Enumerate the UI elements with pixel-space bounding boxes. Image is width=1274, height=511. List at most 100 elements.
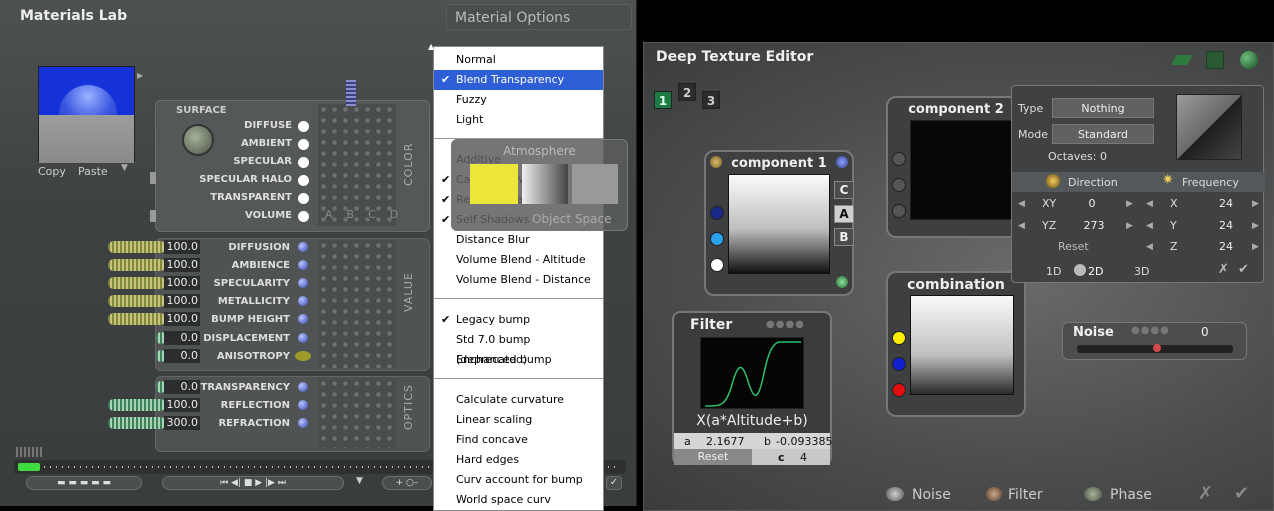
yz-value[interactable]: 273 <box>1082 219 1106 232</box>
x-decrement[interactable]: ◀ <box>1146 199 1153 209</box>
phase-icon[interactable] <box>1084 487 1102 501</box>
component-1-color-dot-1[interactable] <box>710 206 724 220</box>
menu-item[interactable]: Calculate curvature <box>434 390 603 410</box>
menu-item[interactable]: Normal <box>434 50 603 70</box>
menu-item[interactable]: Volume Blend - Distance <box>434 270 603 290</box>
surface-color-dot[interactable] <box>298 211 309 222</box>
menu-item[interactable]: Curv account for bump <box>434 470 603 490</box>
y-increment[interactable]: ▶ <box>1252 221 1259 231</box>
object-space-label[interactable]: Object Space <box>532 212 611 226</box>
layer-a-button[interactable]: A <box>834 205 854 223</box>
atmosphere-gradient-swatch[interactable] <box>522 164 568 204</box>
xy-decrement[interactable]: ◀ <box>1018 199 1025 209</box>
menu-item[interactable]: Fuzzy <box>434 90 603 110</box>
atmosphere-color-swatch[interactable] <box>470 164 518 204</box>
value-grid[interactable] <box>318 240 396 368</box>
phase-button[interactable]: Phase <box>1110 487 1152 503</box>
direction-reset-button[interactable]: Reset <box>1058 240 1089 253</box>
z-value[interactable]: 24 <box>1218 240 1234 253</box>
menu-item[interactable]: Hard edges <box>434 450 603 470</box>
component-1-preview[interactable] <box>728 174 830 274</box>
layer-b-button[interactable]: B <box>834 228 854 246</box>
z-decrement[interactable]: ◀ <box>1146 242 1153 252</box>
filter-c-param[interactable]: c 4 <box>752 449 830 465</box>
optics-row-texture-dot[interactable] <box>298 418 308 428</box>
noise-slider[interactable] <box>1077 344 1233 353</box>
value-row-slider[interactable] <box>108 313 166 325</box>
mode-select[interactable]: Standard <box>1052 124 1154 144</box>
menu-item[interactable]: Find concave <box>434 430 603 450</box>
layer-c-button[interactable]: C <box>834 181 854 199</box>
xy-value[interactable]: 0 <box>1082 197 1102 210</box>
optics-row-slider[interactable] <box>108 417 166 429</box>
dim-1d[interactable]: 1D <box>1046 265 1061 278</box>
ok-check-icon[interactable]: ✔ <box>1234 483 1249 504</box>
filter-button[interactable]: Filter <box>1008 487 1043 503</box>
value-row-texture-dot[interactable] <box>298 260 308 270</box>
value-row-texture-dot[interactable] <box>298 242 308 252</box>
component-1-color-dot-2[interactable] <box>710 232 724 246</box>
transport-dropdown-icon[interactable]: ▼ <box>356 476 363 486</box>
tab-1[interactable]: 1 <box>654 91 672 109</box>
copy-button[interactable]: Copy <box>38 165 66 178</box>
filter-reset-button[interactable]: Reset <box>674 449 752 465</box>
surface-color-dot[interactable] <box>298 193 309 204</box>
optics-grid[interactable] <box>318 378 396 448</box>
paste-dropdown-icon[interactable]: ▼ <box>121 163 128 173</box>
surface-color-dot[interactable] <box>298 139 309 150</box>
y-value[interactable]: 24 <box>1218 219 1234 232</box>
component-1-corner-icon[interactable] <box>710 156 722 168</box>
value-row-slider[interactable] <box>108 259 166 271</box>
y-decrement[interactable]: ◀ <box>1146 221 1153 231</box>
sphere-view-icon[interactable] <box>1240 51 1258 69</box>
value-row-texture-dot[interactable] <box>295 351 311 361</box>
type-select[interactable]: Nothing <box>1052 98 1154 118</box>
menu-item[interactable]: World space curv <box>434 490 603 510</box>
filter-node[interactable]: Filter ●●●● X(a*Altitude+b) a 2.1677 b -… <box>672 311 832 465</box>
surface-color-dot[interactable] <box>298 121 309 132</box>
filter-a-value[interactable]: 2.1677 <box>706 435 745 448</box>
transport-controls[interactable]: ⏮ ◀| ■ ▶ |▶ ⏭ <box>162 476 344 490</box>
filter-curve-preview[interactable] <box>700 337 804 409</box>
yz-increment[interactable]: ▶ <box>1126 221 1133 231</box>
value-row-texture-dot[interactable] <box>298 333 308 343</box>
value-row-slider[interactable] <box>108 277 166 289</box>
combination-node[interactable]: combination <box>886 271 1026 417</box>
x-value[interactable]: 24 <box>1218 197 1234 210</box>
material-options-header[interactable]: Material Options <box>446 4 632 30</box>
filter-icon[interactable] <box>986 487 1002 501</box>
filter-b-value[interactable]: -0.093385 <box>776 435 832 448</box>
props-cancel-icon[interactable]: ✗ <box>1218 262 1229 277</box>
noise-value[interactable]: 0 <box>1201 325 1209 339</box>
surface-color-dot[interactable] <box>298 157 309 168</box>
surface-color-dot[interactable] <box>298 175 309 186</box>
value-row-slider[interactable] <box>108 241 166 253</box>
paste-button[interactable]: Paste <box>78 165 108 178</box>
combination-blue-dot[interactable] <box>892 357 906 371</box>
x-increment[interactable]: ▶ <box>1252 199 1259 209</box>
z-increment[interactable]: ▶ <box>1252 242 1259 252</box>
cancel-x-icon[interactable]: ✗ <box>1198 483 1213 504</box>
menu-item[interactable]: ✔ Legacy bump <box>434 310 603 330</box>
value-row-slider[interactable] <box>108 295 166 307</box>
component-1-output-icon[interactable] <box>836 276 848 288</box>
noise-mode-dots[interactable]: ●●●● <box>1131 325 1170 336</box>
menu-item[interactable]: ✔ Blend Transparency <box>434 70 603 90</box>
menu-item[interactable]: Linear scaling <box>434 410 603 430</box>
component-1-node[interactable]: component 1 <box>704 150 854 296</box>
menu-item[interactable]: Light <box>434 110 603 130</box>
volume-side-handle[interactable] <box>150 210 156 222</box>
value-row-texture-dot[interactable] <box>298 296 308 306</box>
ok-check-icon[interactable]: ✓ <box>606 476 622 490</box>
texture-thumbnail[interactable] <box>1176 94 1242 160</box>
component-2-slot-2[interactable] <box>892 178 906 192</box>
menu-item[interactable]: Enchanced bump <box>434 350 603 370</box>
material-preview[interactable] <box>38 66 135 163</box>
dim-2d-radio[interactable] <box>1074 264 1086 276</box>
atmosphere-grey-swatch[interactable] <box>572 164 618 204</box>
component-2-slot-3[interactable] <box>892 204 906 218</box>
cube-view-icon[interactable] <box>1206 51 1224 69</box>
menu-item[interactable]: Std 7.0 bump (deprecated) <box>434 330 603 366</box>
preview-arrow-icon[interactable]: ▶ <box>137 71 143 80</box>
value-row-texture-dot[interactable] <box>298 278 308 288</box>
